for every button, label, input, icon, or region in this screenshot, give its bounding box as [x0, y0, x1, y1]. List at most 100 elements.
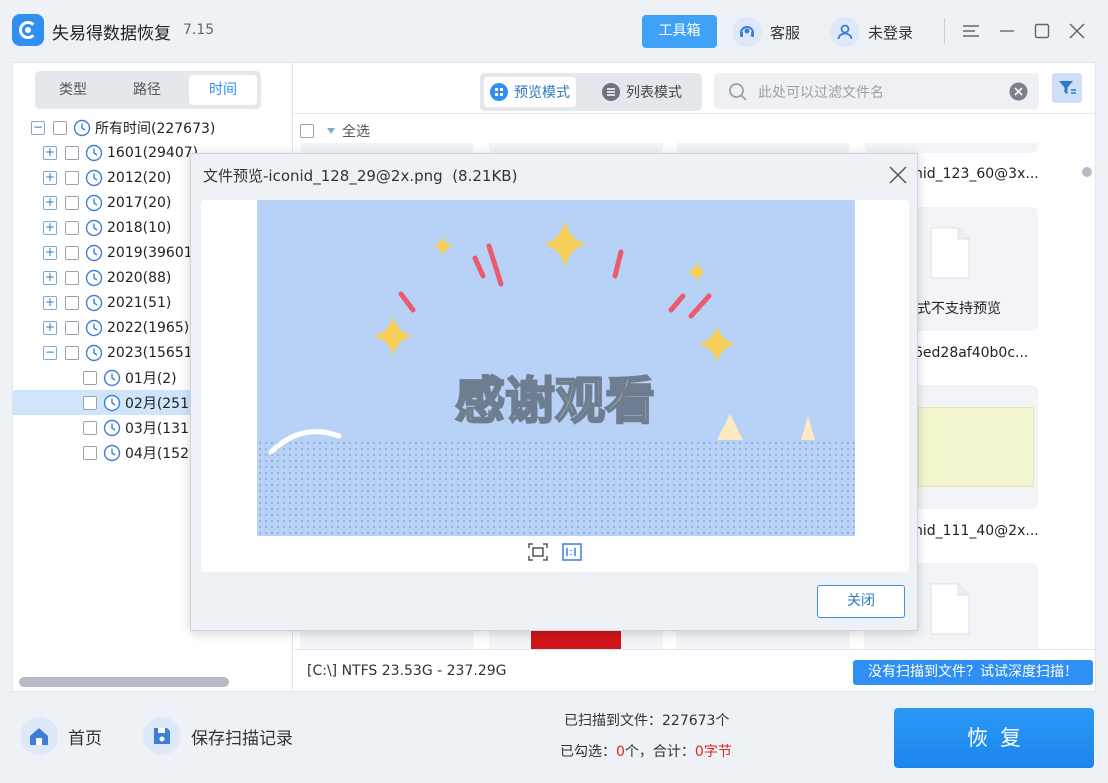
app-version: 7.15 [183, 22, 215, 38]
clock-icon [103, 394, 121, 411]
tree-checkbox[interactable] [65, 220, 79, 235]
expand-icon[interactable]: + [43, 195, 57, 210]
home-button[interactable]: 首页 [20, 716, 102, 756]
image-thumbnail [918, 407, 1034, 487]
selected-count-value: 0 [616, 744, 625, 760]
tree-checkbox[interactable] [83, 420, 97, 435]
preview-mode-button[interactable]: 预览模式 [484, 77, 576, 107]
filter-button[interactable] [1052, 73, 1082, 103]
collapse-icon[interactable]: − [43, 345, 57, 360]
tree-node-label: 02月(251 [125, 395, 189, 412]
tree-checkbox[interactable] [65, 170, 79, 185]
save-scan-button[interactable]: 保存扫描记录 [143, 716, 293, 756]
clock-icon [103, 444, 121, 461]
caret-down-icon [327, 128, 335, 134]
selected-size-value: 0字节 [694, 744, 732, 760]
selected-total-label: 个，合计： [624, 744, 695, 760]
clock-icon [85, 194, 103, 211]
close-icon[interactable] [1066, 20, 1088, 42]
filter-icon [1059, 81, 1076, 94]
search-icon [729, 83, 747, 101]
file-card[interactable] [676, 143, 850, 153]
grid-icon [490, 83, 508, 101]
recover-button[interactable]: 恢复 [894, 708, 1094, 768]
tree-node-label: 04月(152 [125, 445, 189, 462]
clear-icon[interactable] [1009, 82, 1028, 101]
tree-node-label: 2019(39601 [107, 244, 193, 261]
status-bar: [C:\] NTFS 23.53G - 237.29G 没有扫描到文件？试试深度… [294, 649, 1095, 691]
expand-icon[interactable]: + [43, 220, 57, 235]
tree-node-label: 2017(20) [107, 194, 172, 211]
login-button[interactable]: 未登录 [830, 16, 913, 48]
expand-icon[interactable]: + [43, 170, 57, 185]
tree-checkbox[interactable] [53, 120, 67, 135]
file-name: 6ed28af40b0c... [914, 345, 1029, 361]
tree-node-label: 01月(2) [125, 370, 177, 387]
expand-icon[interactable]: + [43, 245, 57, 260]
clock-icon [103, 369, 121, 386]
expand-icon[interactable]: + [43, 270, 57, 285]
tree-checkbox[interactable] [65, 320, 79, 335]
tree-checkbox[interactable] [65, 270, 79, 285]
vertical-scrollbar[interactable] [1082, 143, 1092, 649]
deep-scan-link[interactable]: 没有扫描到文件？试试深度扫描！ [853, 660, 1093, 685]
clock-icon [85, 319, 103, 336]
preview-image: 感谢观看 [257, 200, 855, 536]
fit-screen-icon[interactable] [527, 542, 549, 562]
tree-node-label: 2018(10) [107, 219, 172, 236]
toolbox-button[interactable]: 工具箱 [642, 15, 717, 48]
select-all[interactable]: 全选 [300, 121, 370, 141]
file-card[interactable] [864, 143, 1038, 153]
tab-time[interactable]: 时间 [189, 75, 257, 105]
expand-icon[interactable]: + [43, 320, 57, 335]
clock-icon [85, 169, 103, 186]
tree-node-label: 所有时间(227673) [95, 120, 216, 137]
file-name: nid_111_40@2x... [914, 523, 1039, 539]
list-mode-label: 列表模式 [626, 85, 682, 101]
expand-icon[interactable]: + [43, 295, 57, 310]
tab-type[interactable]: 类型 [39, 75, 107, 105]
unsupported-preview-text: 式不支持预览 [917, 301, 1001, 317]
tree-node-label: 2023(15651 [107, 344, 193, 361]
preview-area: 感谢观看 [201, 200, 909, 572]
dialog-title: 文件预览-iconid_128_29@2x.png (8.21KB) [203, 165, 517, 186]
selected-count: 已勾选：0个，合计：0字节 [560, 741, 732, 761]
tab-path[interactable]: 路径 [113, 75, 181, 105]
title-bar: 失易得数据恢复 7.15 工具箱 客服 未登录 [0, 0, 1108, 62]
list-mode-button[interactable]: 列表模式 [596, 77, 688, 107]
tree-checkbox[interactable] [65, 345, 79, 360]
minimize-icon[interactable] [996, 20, 1018, 42]
horizontal-scrollbar[interactable] [19, 677, 229, 687]
tree-checkbox[interactable] [65, 295, 79, 310]
clock-icon [103, 419, 121, 436]
file-icon [930, 583, 970, 635]
scan-count-value: 227673个 [662, 713, 730, 729]
save-icon [143, 717, 181, 755]
select-all-checkbox[interactable] [300, 124, 314, 138]
preview-toolbar [527, 542, 583, 562]
tree-checkbox[interactable] [65, 245, 79, 260]
tree-checkbox[interactable] [83, 395, 97, 410]
menu-icon[interactable] [960, 20, 982, 42]
tree-node[interactable]: − 所有时间(227673) [13, 115, 292, 140]
tree-checkbox[interactable] [83, 445, 97, 460]
file-card[interactable] [300, 143, 474, 153]
tree-checkbox[interactable] [65, 145, 79, 160]
search-input[interactable]: 此处可以过滤文件名 [714, 73, 1039, 109]
clock-icon [85, 244, 103, 261]
tree-checkbox[interactable] [83, 370, 97, 385]
file-name: nid_123_60@3x... [914, 166, 1039, 182]
dialog-close-button[interactable]: 关闭 [817, 585, 905, 618]
tree-checkbox[interactable] [65, 195, 79, 210]
category-tabs: 类型 路径 时间 [35, 71, 261, 109]
tree-node-label: 2020(88) [107, 269, 172, 286]
customer-service-button[interactable]: 客服 [732, 16, 800, 48]
actual-size-icon[interactable] [561, 542, 583, 562]
maximize-icon[interactable] [1031, 20, 1053, 42]
file-card[interactable] [489, 143, 663, 153]
dialog-close-icon[interactable] [887, 164, 909, 186]
collapse-icon[interactable]: − [31, 120, 45, 135]
preview-image-text: 感谢观看 [455, 372, 655, 430]
expand-icon[interactable]: + [43, 145, 57, 160]
list-icon [602, 83, 620, 101]
